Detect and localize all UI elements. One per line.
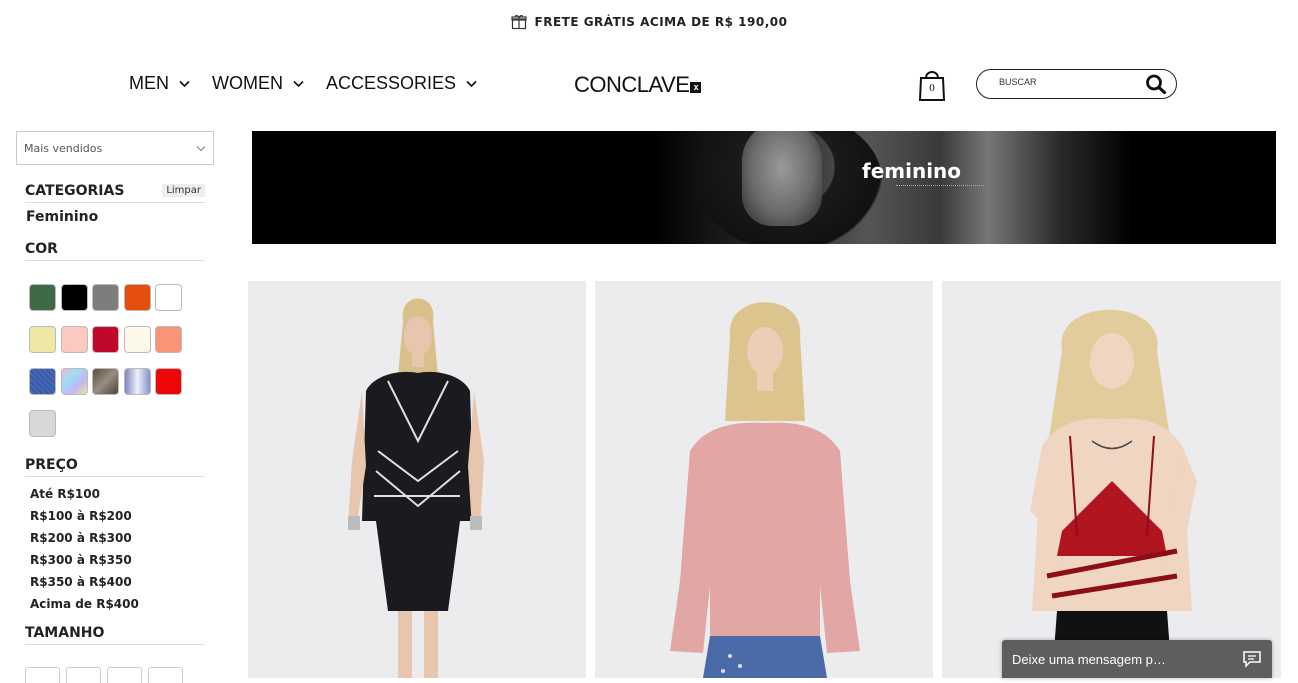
- chevron-down-icon: [196, 145, 206, 151]
- color-title: COR: [25, 241, 58, 257]
- category-link-feminino[interactable]: Feminino: [26, 209, 216, 225]
- logo-text: CONCLAVE: [574, 72, 690, 97]
- site-logo[interactable]: CONCLAVE x: [574, 72, 702, 98]
- price-header: PREÇO: [25, 457, 205, 477]
- product-card[interactable]: [942, 281, 1281, 678]
- chat-bubble-icon: [1243, 651, 1261, 668]
- color-swatch[interactable]: [60, 368, 88, 395]
- search-input[interactable]: [999, 77, 1139, 87]
- logo-mark: x: [690, 82, 702, 93]
- price-option[interactable]: R$300 à R$350: [30, 549, 216, 571]
- size-option[interactable]: [25, 667, 60, 683]
- color-header: COR: [25, 241, 205, 261]
- price-option[interactable]: Acima de R$400: [30, 593, 216, 615]
- color-swatch[interactable]: [60, 284, 88, 311]
- nav-item-accessories[interactable]: ACCESSORIES: [326, 73, 477, 94]
- banner-model-photo: [652, 131, 1132, 244]
- size-title: TAMANHO: [25, 625, 105, 641]
- size-options: [25, 667, 183, 683]
- filter-sidebar: Mais vendidos CATEGORIAS Limpar Feminino…: [16, 131, 216, 683]
- chat-placeholder: Deixe uma mensagem p…: [1012, 651, 1166, 667]
- sort-selected: Mais vendidos: [24, 141, 103, 155]
- chevron-down-icon: [179, 80, 190, 87]
- size-header: TAMANHO: [25, 625, 205, 645]
- banner-title: feminino: [862, 159, 962, 183]
- price-option[interactable]: R$350 à R$400: [30, 571, 216, 593]
- site-header: MEN WOMEN ACCESSORIES CONCLAVE x 0: [0, 56, 1298, 112]
- sort-select[interactable]: Mais vendidos: [16, 131, 214, 165]
- clear-filters-button[interactable]: Limpar: [162, 184, 205, 197]
- color-swatch[interactable]: [29, 326, 56, 353]
- chat-widget[interactable]: Deixe uma mensagem p…: [1002, 640, 1272, 678]
- color-swatches: [29, 284, 189, 437]
- color-swatch[interactable]: [92, 326, 119, 353]
- price-option[interactable]: R$100 à R$200: [30, 505, 216, 527]
- search-box: [976, 69, 1177, 99]
- product-image: [670, 302, 860, 678]
- shipping-text: FRETE GRÁTIS ACIMA DE R$ 190,00: [534, 15, 788, 29]
- cart-count: 0: [929, 82, 935, 94]
- color-swatch[interactable]: [155, 368, 182, 395]
- color-swatch[interactable]: [155, 284, 182, 311]
- shipping-banner: FRETE GRÁTIS ACIMA DE R$ 190,00: [0, 0, 1298, 44]
- nav-label: MEN: [129, 73, 169, 93]
- color-swatch[interactable]: [123, 368, 151, 395]
- size-option[interactable]: [66, 667, 101, 683]
- color-swatch[interactable]: [92, 284, 119, 311]
- product-card[interactable]: [248, 281, 586, 678]
- color-swatch[interactable]: [92, 368, 119, 395]
- size-option[interactable]: [107, 667, 142, 683]
- banner-underline: [896, 185, 984, 186]
- chevron-down-icon: [293, 80, 304, 87]
- gift-icon: [510, 15, 527, 30]
- product-image: [348, 298, 484, 678]
- main-nav: MEN WOMEN ACCESSORIES: [129, 73, 477, 94]
- color-swatch[interactable]: [123, 284, 151, 311]
- nav-item-men[interactable]: MEN: [129, 73, 190, 94]
- price-title: PREÇO: [25, 457, 78, 473]
- color-swatch[interactable]: [29, 368, 56, 395]
- product-card[interactable]: [595, 281, 933, 678]
- category-banner: feminino: [252, 131, 1276, 244]
- color-swatch[interactable]: [155, 326, 182, 353]
- nav-label: ACCESSORIES: [326, 73, 457, 93]
- nav-label: WOMEN: [212, 73, 283, 93]
- nav-item-women[interactable]: WOMEN: [212, 73, 304, 94]
- price-option[interactable]: Até R$100: [30, 483, 216, 505]
- chevron-down-icon: [466, 80, 477, 87]
- color-swatch[interactable]: [29, 284, 56, 311]
- size-option[interactable]: [148, 667, 183, 683]
- price-option[interactable]: R$200 à R$300: [30, 527, 216, 549]
- categories-header: CATEGORIAS Limpar: [25, 183, 205, 203]
- search-icon[interactable]: [1145, 74, 1167, 94]
- product-image: [1030, 309, 1197, 678]
- color-swatch[interactable]: [60, 326, 88, 353]
- color-swatch[interactable]: [123, 326, 151, 353]
- color-swatch[interactable]: [29, 410, 56, 437]
- cart-button[interactable]: 0: [918, 68, 946, 102]
- price-list: Até R$100 R$100 à R$200 R$200 à R$300 R$…: [30, 483, 216, 615]
